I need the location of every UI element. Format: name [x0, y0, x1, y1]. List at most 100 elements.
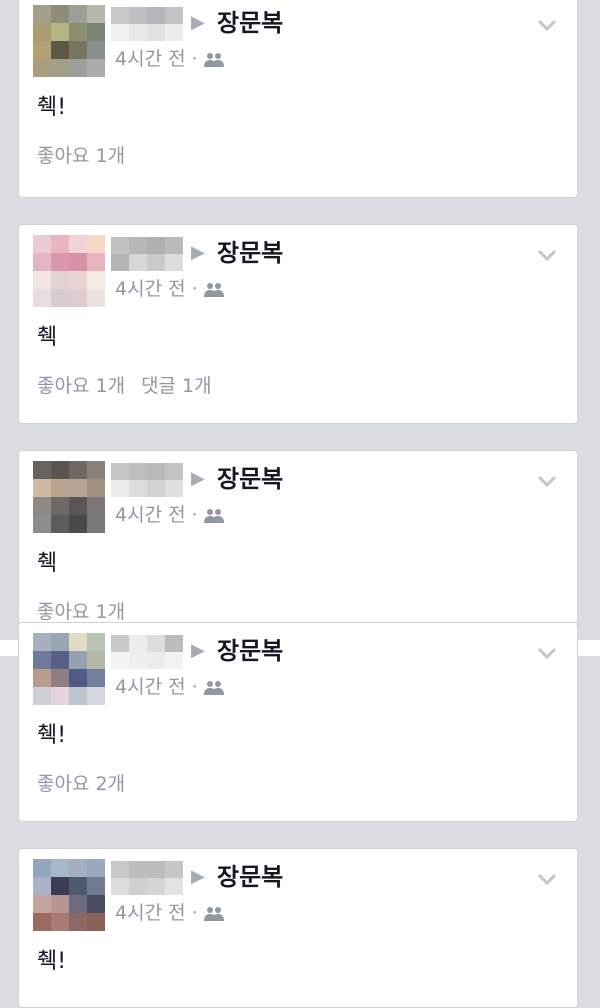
likes-count[interactable]: 좋아요 1개 — [37, 145, 125, 167]
target-profile-name[interactable]: 장문복 — [217, 237, 283, 269]
avatar-pixel — [69, 515, 87, 533]
likes-count[interactable]: 좋아요 1개 — [37, 601, 125, 623]
avatar-pixel — [69, 41, 87, 59]
name-pixel — [147, 635, 165, 652]
author-name-blurred[interactable] — [111, 7, 183, 41]
chevron-down-icon[interactable] — [537, 873, 557, 885]
post-body: 췍 — [37, 325, 58, 350]
avatar-pixel — [51, 23, 69, 41]
post-time: 4시간 전 · — [115, 675, 224, 699]
name-pixel — [147, 480, 165, 497]
avatar-pixel — [87, 687, 105, 705]
avatar-pixel — [51, 5, 69, 23]
avatar-pixel — [87, 23, 105, 41]
avatar-pixel — [51, 41, 69, 59]
avatar-pixel — [69, 859, 87, 877]
post-body: 췍! — [37, 95, 67, 120]
avatar[interactable] — [33, 859, 105, 931]
avatar-pixel — [69, 895, 87, 913]
avatar-pixel — [69, 669, 87, 687]
avatar[interactable] — [33, 633, 105, 705]
avatar-pixel — [87, 515, 105, 533]
avatar-pixel — [33, 633, 51, 651]
name-pixel — [165, 861, 183, 878]
arrow-right-icon: ▶ — [191, 12, 205, 33]
timestamp[interactable]: 4시간 전 — [115, 676, 186, 698]
likes-count[interactable]: 좋아요 1개 — [37, 375, 125, 397]
name-pixel — [111, 7, 129, 24]
avatar-pixel — [51, 651, 69, 669]
name-pixel — [129, 237, 147, 254]
feed-post: ▶ 장문복 4시간 전 · 췍! 좋아요 1개 — [18, 0, 578, 198]
name-pixel — [111, 878, 129, 895]
target-profile-name[interactable]: 장문복 — [217, 635, 283, 667]
avatar-pixel — [51, 59, 69, 77]
avatar-pixel — [33, 271, 51, 289]
post-body: 췍 — [37, 551, 58, 576]
avatar-pixel — [51, 877, 69, 895]
comments-count[interactable]: 댓글 1개 — [141, 375, 212, 397]
avatar-pixel — [87, 877, 105, 895]
arrow-right-icon: ▶ — [191, 640, 205, 661]
avatar-pixel — [51, 289, 69, 307]
avatar[interactable] — [33, 5, 105, 77]
post-time: 4시간 전 · — [115, 901, 224, 925]
avatar-pixel — [51, 461, 69, 479]
timestamp[interactable]: 4시간 전 — [115, 902, 186, 924]
timestamp[interactable]: 4시간 전 — [115, 278, 186, 300]
friends-icon — [203, 509, 224, 523]
name-pixel — [165, 635, 183, 652]
avatar-pixel — [69, 271, 87, 289]
post-footer: 좋아요 2개 — [37, 771, 125, 797]
chevron-down-icon[interactable] — [537, 475, 557, 487]
chevron-down-icon[interactable] — [537, 249, 557, 261]
chevron-down-icon[interactable] — [537, 647, 557, 659]
timestamp[interactable]: 4시간 전 — [115, 48, 186, 70]
avatar-pixel — [51, 271, 69, 289]
author-name-blurred[interactable] — [111, 861, 183, 895]
avatar[interactable] — [33, 235, 105, 307]
name-pixel — [129, 652, 147, 669]
chevron-down-icon[interactable] — [537, 19, 557, 31]
name-pixel — [129, 635, 147, 652]
post-body: 췍! — [37, 723, 67, 748]
name-pixel — [129, 861, 147, 878]
avatar-pixel — [51, 687, 69, 705]
target-profile-name[interactable]: 장문복 — [217, 861, 283, 893]
target-profile-name[interactable]: 장문복 — [217, 463, 283, 495]
avatar-pixel — [87, 633, 105, 651]
name-pixel — [165, 480, 183, 497]
name-pixel — [111, 24, 129, 41]
name-pixel — [111, 254, 129, 271]
name-pixel — [147, 878, 165, 895]
avatar-pixel — [51, 497, 69, 515]
avatar-pixel — [87, 253, 105, 271]
target-profile-name[interactable]: 장문복 — [217, 7, 283, 39]
avatar-pixel — [69, 59, 87, 77]
name-pixel — [129, 254, 147, 271]
name-pixel — [147, 861, 165, 878]
name-pixel — [129, 7, 147, 24]
avatar-pixel — [87, 497, 105, 515]
avatar-pixel — [51, 253, 69, 271]
author-name-blurred[interactable] — [111, 463, 183, 497]
avatar-pixel — [51, 859, 69, 877]
author-name-blurred[interactable] — [111, 237, 183, 271]
avatar[interactable] — [33, 461, 105, 533]
likes-count[interactable]: 좋아요 2개 — [37, 773, 125, 795]
avatar-pixel — [69, 23, 87, 41]
avatar-pixel — [33, 235, 51, 253]
name-pixel — [165, 254, 183, 271]
name-pixel — [165, 24, 183, 41]
name-pixel — [147, 237, 165, 254]
post-body: 췍! — [37, 949, 67, 974]
avatar-pixel — [69, 877, 87, 895]
post-time: 4시간 전 · — [115, 503, 224, 527]
avatar-pixel — [69, 235, 87, 253]
timestamp[interactable]: 4시간 전 — [115, 504, 186, 526]
author-name-blurred[interactable] — [111, 635, 183, 669]
avatar-pixel — [69, 687, 87, 705]
avatar-pixel — [33, 687, 51, 705]
post-time: 4시간 전 · — [115, 277, 224, 301]
name-pixel — [129, 878, 147, 895]
